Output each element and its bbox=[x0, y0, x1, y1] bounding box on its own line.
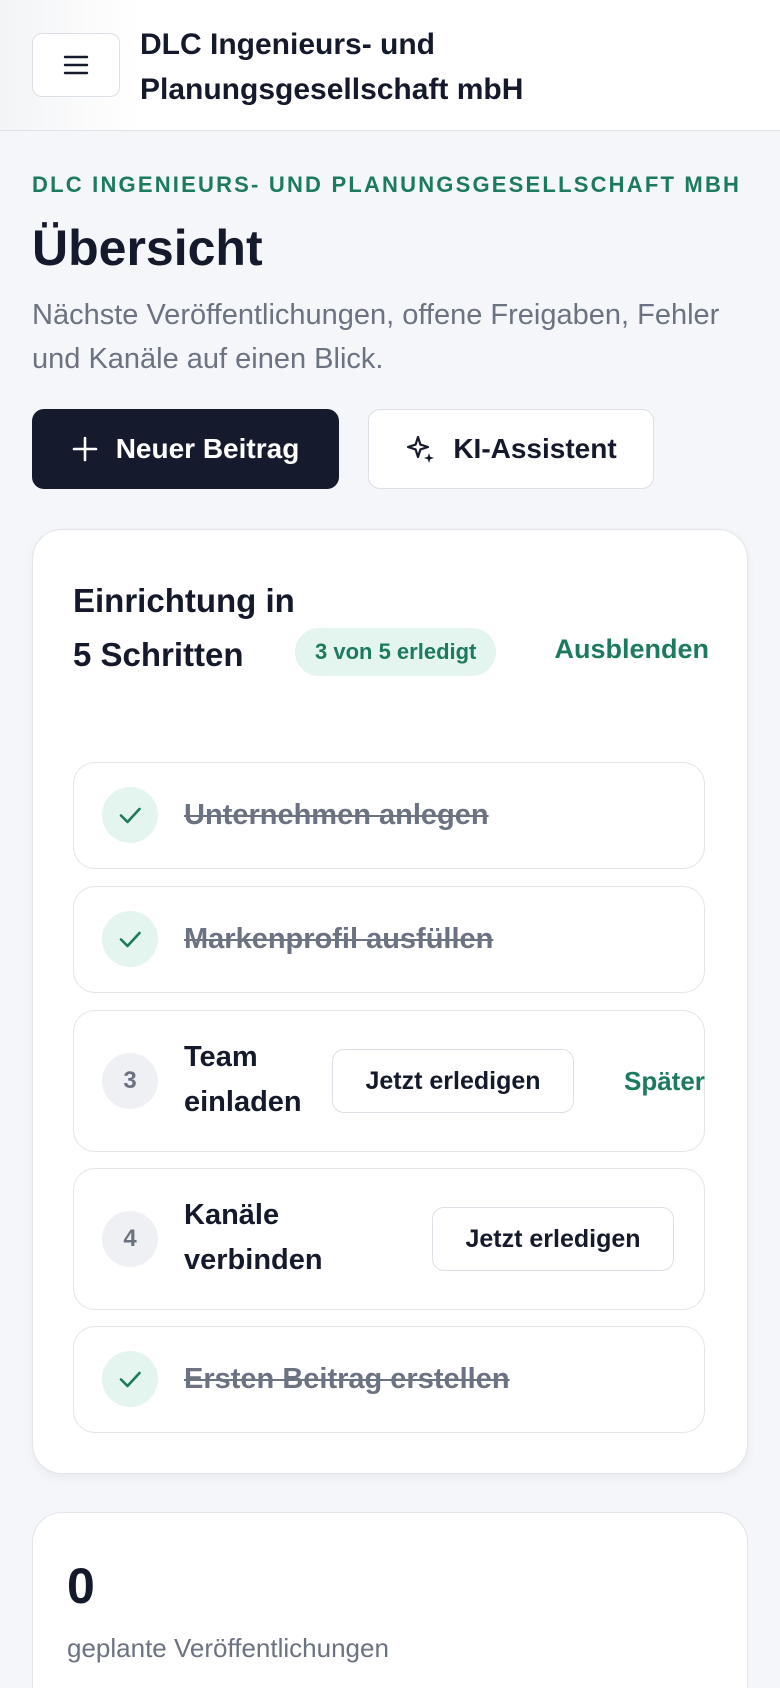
menu-button[interactable] bbox=[32, 33, 120, 97]
setup-step-connect-channels: 4 Kanäle verbinden Jetzt erledigen bbox=[73, 1168, 705, 1310]
do-now-button[interactable]: Jetzt erledigen bbox=[432, 1207, 674, 1271]
scheduled-posts-card[interactable]: 0 geplante Veröffentlichungen bbox=[32, 1512, 748, 1688]
step-label: Markenprofil ausfüllen bbox=[184, 923, 494, 955]
page-subtitle: Nächste Veröffentlichungen, offene Freig… bbox=[32, 299, 720, 375]
setup-step-company: Unternehmen anlegen bbox=[73, 762, 705, 869]
company-name: DLC Ingenieurs- und Planungsgesellschaft… bbox=[140, 28, 524, 106]
step-done-marker bbox=[102, 787, 158, 843]
scheduled-label: geplante Veröffentlichungen bbox=[67, 1633, 389, 1663]
step-label: Team einladen bbox=[184, 1041, 302, 1118]
hide-setup-link[interactable]: Ausblenden bbox=[554, 634, 709, 665]
setup-step-brand-profile: Markenprofil ausfüllen bbox=[73, 886, 705, 993]
top-bar: DLC Ingenieurs- und Planungsgesellschaft… bbox=[0, 0, 780, 131]
step-done-marker bbox=[102, 911, 158, 967]
plus-icon bbox=[72, 436, 97, 462]
ai-assistant-button[interactable]: KI-Assistent bbox=[368, 409, 654, 489]
later-link[interactable]: Später bbox=[624, 1066, 705, 1097]
do-now-button[interactable]: Jetzt erledigen bbox=[332, 1049, 574, 1113]
sparkle-icon bbox=[407, 435, 435, 463]
step-done-marker bbox=[102, 1351, 158, 1407]
company-eyebrow: DLC INGENIEURS- UND PLANUNGSGESELLSCHAFT… bbox=[32, 172, 742, 197]
step-label: Unternehmen anlegen bbox=[184, 799, 489, 831]
step-label: Ersten Beitrag erstellen bbox=[184, 1363, 510, 1395]
check-icon bbox=[119, 807, 141, 824]
step-label: Kanäle verbinden bbox=[184, 1199, 323, 1276]
check-icon bbox=[119, 931, 141, 948]
step-number: 4 bbox=[102, 1211, 158, 1267]
setup-title: Einrichtung in 5 Schritten bbox=[73, 582, 295, 673]
ai-assistant-label: KI-Assistent bbox=[453, 433, 617, 464]
step-number: 3 bbox=[102, 1053, 158, 1109]
progress-badge: 3 von 5 erledigt bbox=[295, 628, 497, 676]
new-post-button[interactable]: Neuer Beitrag bbox=[32, 409, 339, 489]
setup-step-invite-team: 3 Team einladen Jetzt erledigen Später bbox=[73, 1010, 705, 1152]
page-title: Übersicht bbox=[32, 220, 263, 276]
setup-card: Einrichtung in 5 Schritten 3 von 5 erled… bbox=[32, 529, 748, 1474]
new-post-label: Neuer Beitrag bbox=[115, 433, 300, 464]
hamburger-icon bbox=[63, 55, 89, 75]
setup-step-first-post: Ersten Beitrag erstellen bbox=[73, 1326, 705, 1433]
check-icon bbox=[119, 1371, 141, 1388]
scheduled-count: 0 bbox=[67, 1558, 95, 1614]
